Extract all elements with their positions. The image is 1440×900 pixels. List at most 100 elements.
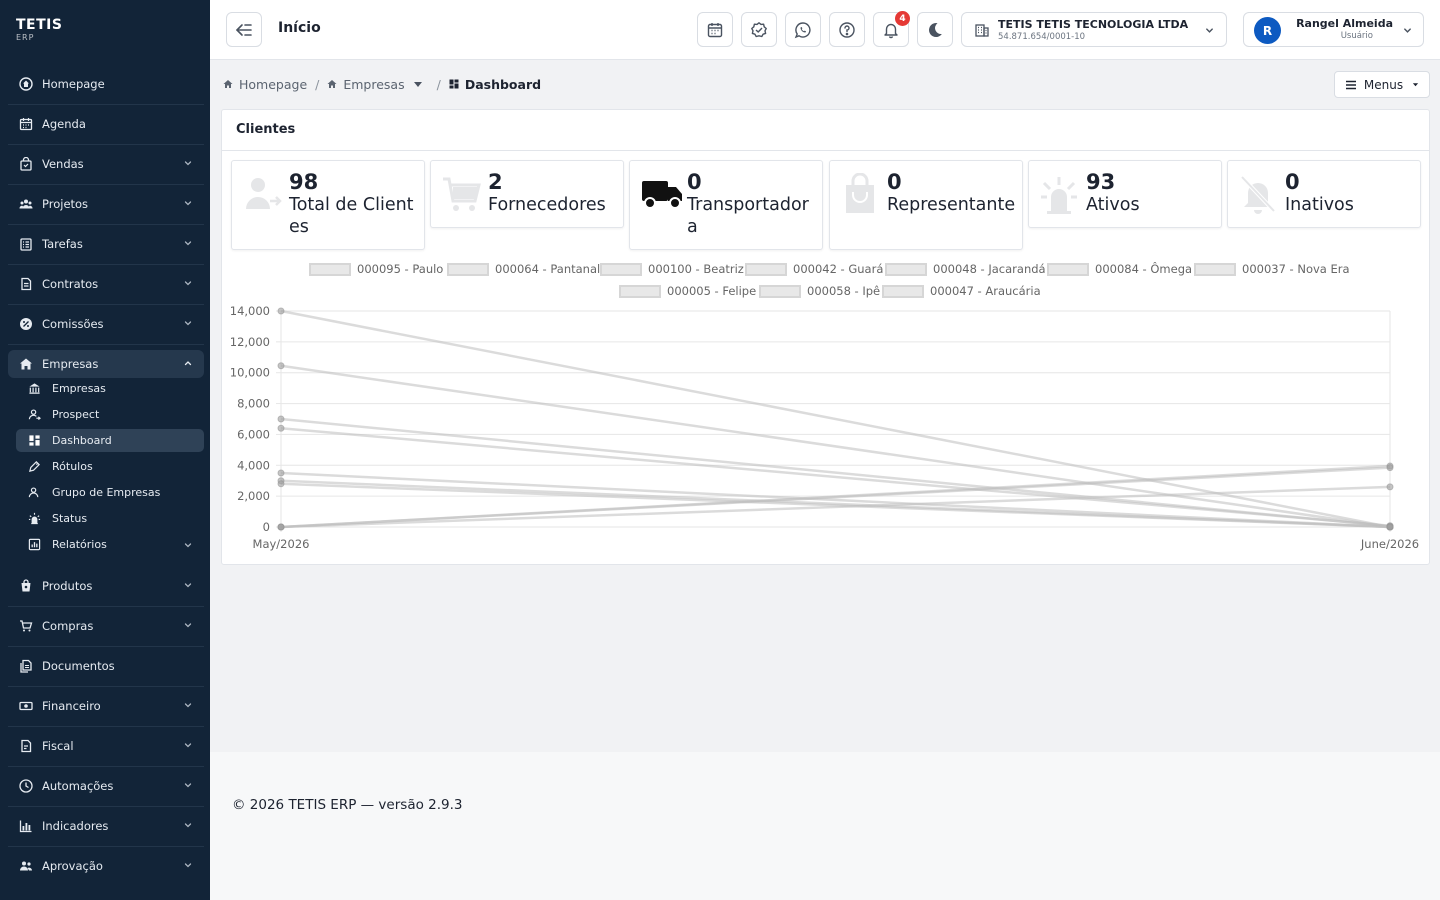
x-tick-label: June/2026 xyxy=(1360,537,1419,551)
sidebar-item-label: Homepage xyxy=(42,77,105,91)
sidebar-subitem-rotulos[interactable]: Rótulos xyxy=(16,455,204,478)
user-menu[interactable]: R Rangel Almeida Usuário xyxy=(1243,12,1424,47)
sidebar-divider xyxy=(8,104,204,105)
reports-icon xyxy=(26,537,42,553)
data-point xyxy=(277,469,285,477)
indicators-icon xyxy=(18,818,34,834)
series-line xyxy=(280,309,1391,529)
shopping-bag-icon xyxy=(18,156,34,172)
sidebar-item-financeiro[interactable]: Financeiro xyxy=(8,692,204,720)
sidebar: TETIS ERP Homepage Agenda Vendas Projetos Ta… xyxy=(0,0,210,900)
clients-card: Clientes 98 Total de Clientes 2 Fornecedore… xyxy=(221,109,1430,565)
tasks-icon xyxy=(18,236,34,252)
sidebar-item-automacoes[interactable]: Automações xyxy=(8,772,204,800)
sidebar-item-compras[interactable]: Compras xyxy=(8,612,204,640)
breadcrumb: Homepage / Empresas / Dashboard xyxy=(223,76,541,92)
sidebar-subitem-empresas[interactable]: Empresas xyxy=(16,377,204,400)
caret-down-icon[interactable] xyxy=(413,79,423,89)
data-point xyxy=(277,523,285,531)
sidebar-item-label: Comissões xyxy=(42,317,104,331)
menus-label: Menus xyxy=(1363,77,1404,92)
sidebar-subitem-label: Prospect xyxy=(52,408,100,421)
menus-dropdown-button[interactable]: Menus xyxy=(1334,71,1430,98)
sidebar-item-projetos[interactable]: Projetos xyxy=(8,190,204,218)
chevron-down-icon xyxy=(184,241,192,246)
y-tick-label: 4,000 xyxy=(237,458,270,472)
data-point xyxy=(1386,464,1394,472)
brand-name: TETIS xyxy=(16,17,63,33)
breadcrumb-section[interactable]: Empresas xyxy=(327,77,428,92)
sidebar-subitem-relatorios[interactable]: Relatórios xyxy=(16,533,204,556)
y-tick-label: 14,000 xyxy=(230,304,270,318)
sidebar-item-documentos[interactable]: Documentos xyxy=(8,652,204,680)
projects-icon xyxy=(18,196,34,212)
calendar-button[interactable] xyxy=(697,12,733,47)
breadcrumb-home[interactable]: Homepage xyxy=(223,77,307,92)
user-role: Usuário xyxy=(1340,31,1373,41)
company-selector[interactable]: TETIS TETIS TECNOLOGIA LTDA 54.871.654/0… xyxy=(961,12,1227,47)
avatar: R xyxy=(1254,17,1281,44)
sidebar-item-label: Agenda xyxy=(42,117,86,131)
sidebar-subitem-grupo-de-empresas[interactable]: Grupo de Empresas xyxy=(16,481,204,504)
dashboard-icon xyxy=(26,433,42,449)
dark-mode-toggle[interactable] xyxy=(917,12,953,47)
chevron-down-icon xyxy=(184,743,192,748)
page-title: Início xyxy=(278,20,321,36)
sidebar-subitem-label: Dashboard xyxy=(52,434,112,447)
brand-logo[interactable]: TETIS ERP xyxy=(0,0,210,60)
sidebar-item-tarefas[interactable]: Tarefas xyxy=(8,230,204,258)
moon-icon xyxy=(929,22,942,37)
sidebar-item-vendas[interactable]: Vendas xyxy=(8,150,204,178)
product-icon xyxy=(18,578,34,594)
chevron-down-icon xyxy=(184,543,192,548)
breadcrumb-separator: / xyxy=(436,76,441,92)
building-icon xyxy=(975,24,989,37)
company-name: TETIS TETIS TECNOLOGIA LTDA xyxy=(998,18,1189,31)
automation-icon xyxy=(18,778,34,794)
money-icon xyxy=(18,698,34,714)
y-tick-label: 12,000 xyxy=(230,335,270,349)
verified-badge-icon xyxy=(751,21,767,37)
sidebar-item-label: Projetos xyxy=(42,197,89,211)
notification-count-badge: 4 xyxy=(895,11,910,26)
sidebar-item-label: Automações xyxy=(42,779,114,793)
sidebar-divider xyxy=(8,264,204,265)
breadcrumb-section-label: Empresas xyxy=(343,76,405,92)
sidebar-item-produtos[interactable]: Produtos xyxy=(8,572,204,600)
sidebar-item-aprovacao[interactable]: Aprovação xyxy=(8,852,204,880)
chevron-down-icon xyxy=(184,703,192,708)
sidebar-item-empresas[interactable]: Empresas xyxy=(8,350,204,378)
sidebar-subitem-prospect[interactable]: Prospect xyxy=(16,403,204,426)
whatsapp-button[interactable] xyxy=(785,12,821,47)
chevron-down-icon xyxy=(184,783,192,788)
chevron-down-icon xyxy=(184,623,192,628)
sidebar-subitem-status[interactable]: Status xyxy=(16,507,204,530)
y-tick-label: 10,000 xyxy=(230,366,270,380)
help-button[interactable] xyxy=(829,12,865,47)
collapse-sidebar-button[interactable] xyxy=(226,12,262,47)
breadcrumb-home-label: Homepage xyxy=(239,76,308,92)
sidebar-item-partial[interactable] xyxy=(8,892,204,900)
home-icon xyxy=(223,80,233,88)
sidebar-subitem-dashboard[interactable]: Dashboard xyxy=(16,429,204,452)
sidebar-item-label: Contratos xyxy=(42,277,99,291)
chevron-down-icon xyxy=(184,161,192,166)
commission-icon xyxy=(18,316,34,332)
verified-button[interactable] xyxy=(741,12,777,47)
sidebar-divider xyxy=(8,304,204,305)
sidebar-divider xyxy=(8,846,204,847)
data-point xyxy=(277,480,285,488)
sidebar-divider xyxy=(8,344,204,345)
notifications-button[interactable]: 4 xyxy=(873,11,910,47)
chevron-down-icon xyxy=(184,823,192,828)
chevron-down-icon xyxy=(1404,28,1411,33)
sidebar-item-agenda[interactable]: Agenda xyxy=(8,110,204,138)
chevron-down-icon xyxy=(184,863,192,868)
sidebar-item-label: Compras xyxy=(42,619,94,633)
sidebar-item-contratos[interactable]: Contratos xyxy=(8,270,204,298)
sidebar-item-homepage[interactable]: Homepage xyxy=(8,70,204,98)
breadcrumb-separator: / xyxy=(315,76,320,92)
sidebar-item-fiscal[interactable]: Fiscal xyxy=(8,732,204,760)
sidebar-item-comissoes[interactable]: Comissões xyxy=(8,310,204,338)
sidebar-item-indicadores[interactable]: Indicadores xyxy=(8,812,204,840)
